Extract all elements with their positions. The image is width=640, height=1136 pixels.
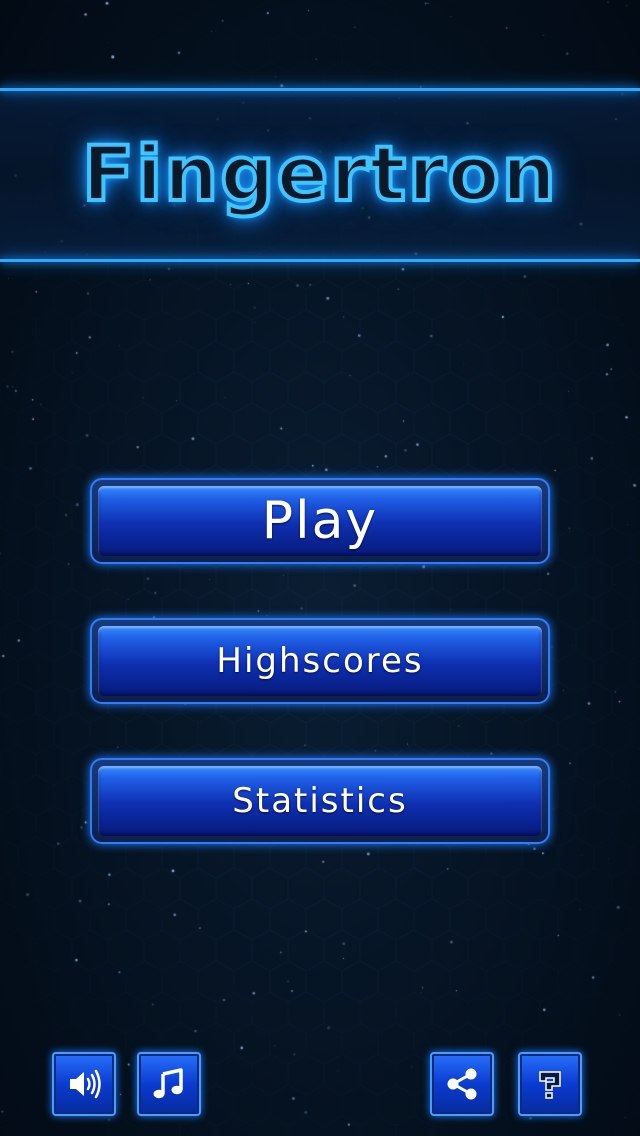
highscores-button[interactable]: Highscores (90, 618, 550, 704)
banner-top-line (0, 88, 640, 91)
share-icon (442, 1064, 482, 1104)
banner-bottom-line (0, 259, 640, 262)
share-button[interactable] (430, 1052, 494, 1116)
statistics-button[interactable]: Statistics (90, 758, 550, 844)
question-mark-icon (530, 1064, 570, 1104)
game-title: Fingertron (80, 129, 558, 218)
statistics-button-label: Statistics (232, 781, 408, 821)
highscores-button-face: Highscores (98, 626, 542, 696)
statistics-button-face: Statistics (98, 766, 542, 836)
help-button[interactable] (518, 1052, 582, 1116)
highscores-button-label: Highscores (216, 641, 424, 681)
play-button[interactable]: Play (90, 478, 550, 564)
play-button-label: Play (261, 491, 379, 551)
play-button-face: Play (98, 486, 542, 556)
music-note-icon (149, 1064, 189, 1104)
speaker-icon (64, 1064, 104, 1104)
title-banner: Fingertron (0, 88, 640, 262)
music-toggle-button[interactable] (137, 1052, 201, 1116)
sound-toggle-button[interactable] (52, 1052, 116, 1116)
